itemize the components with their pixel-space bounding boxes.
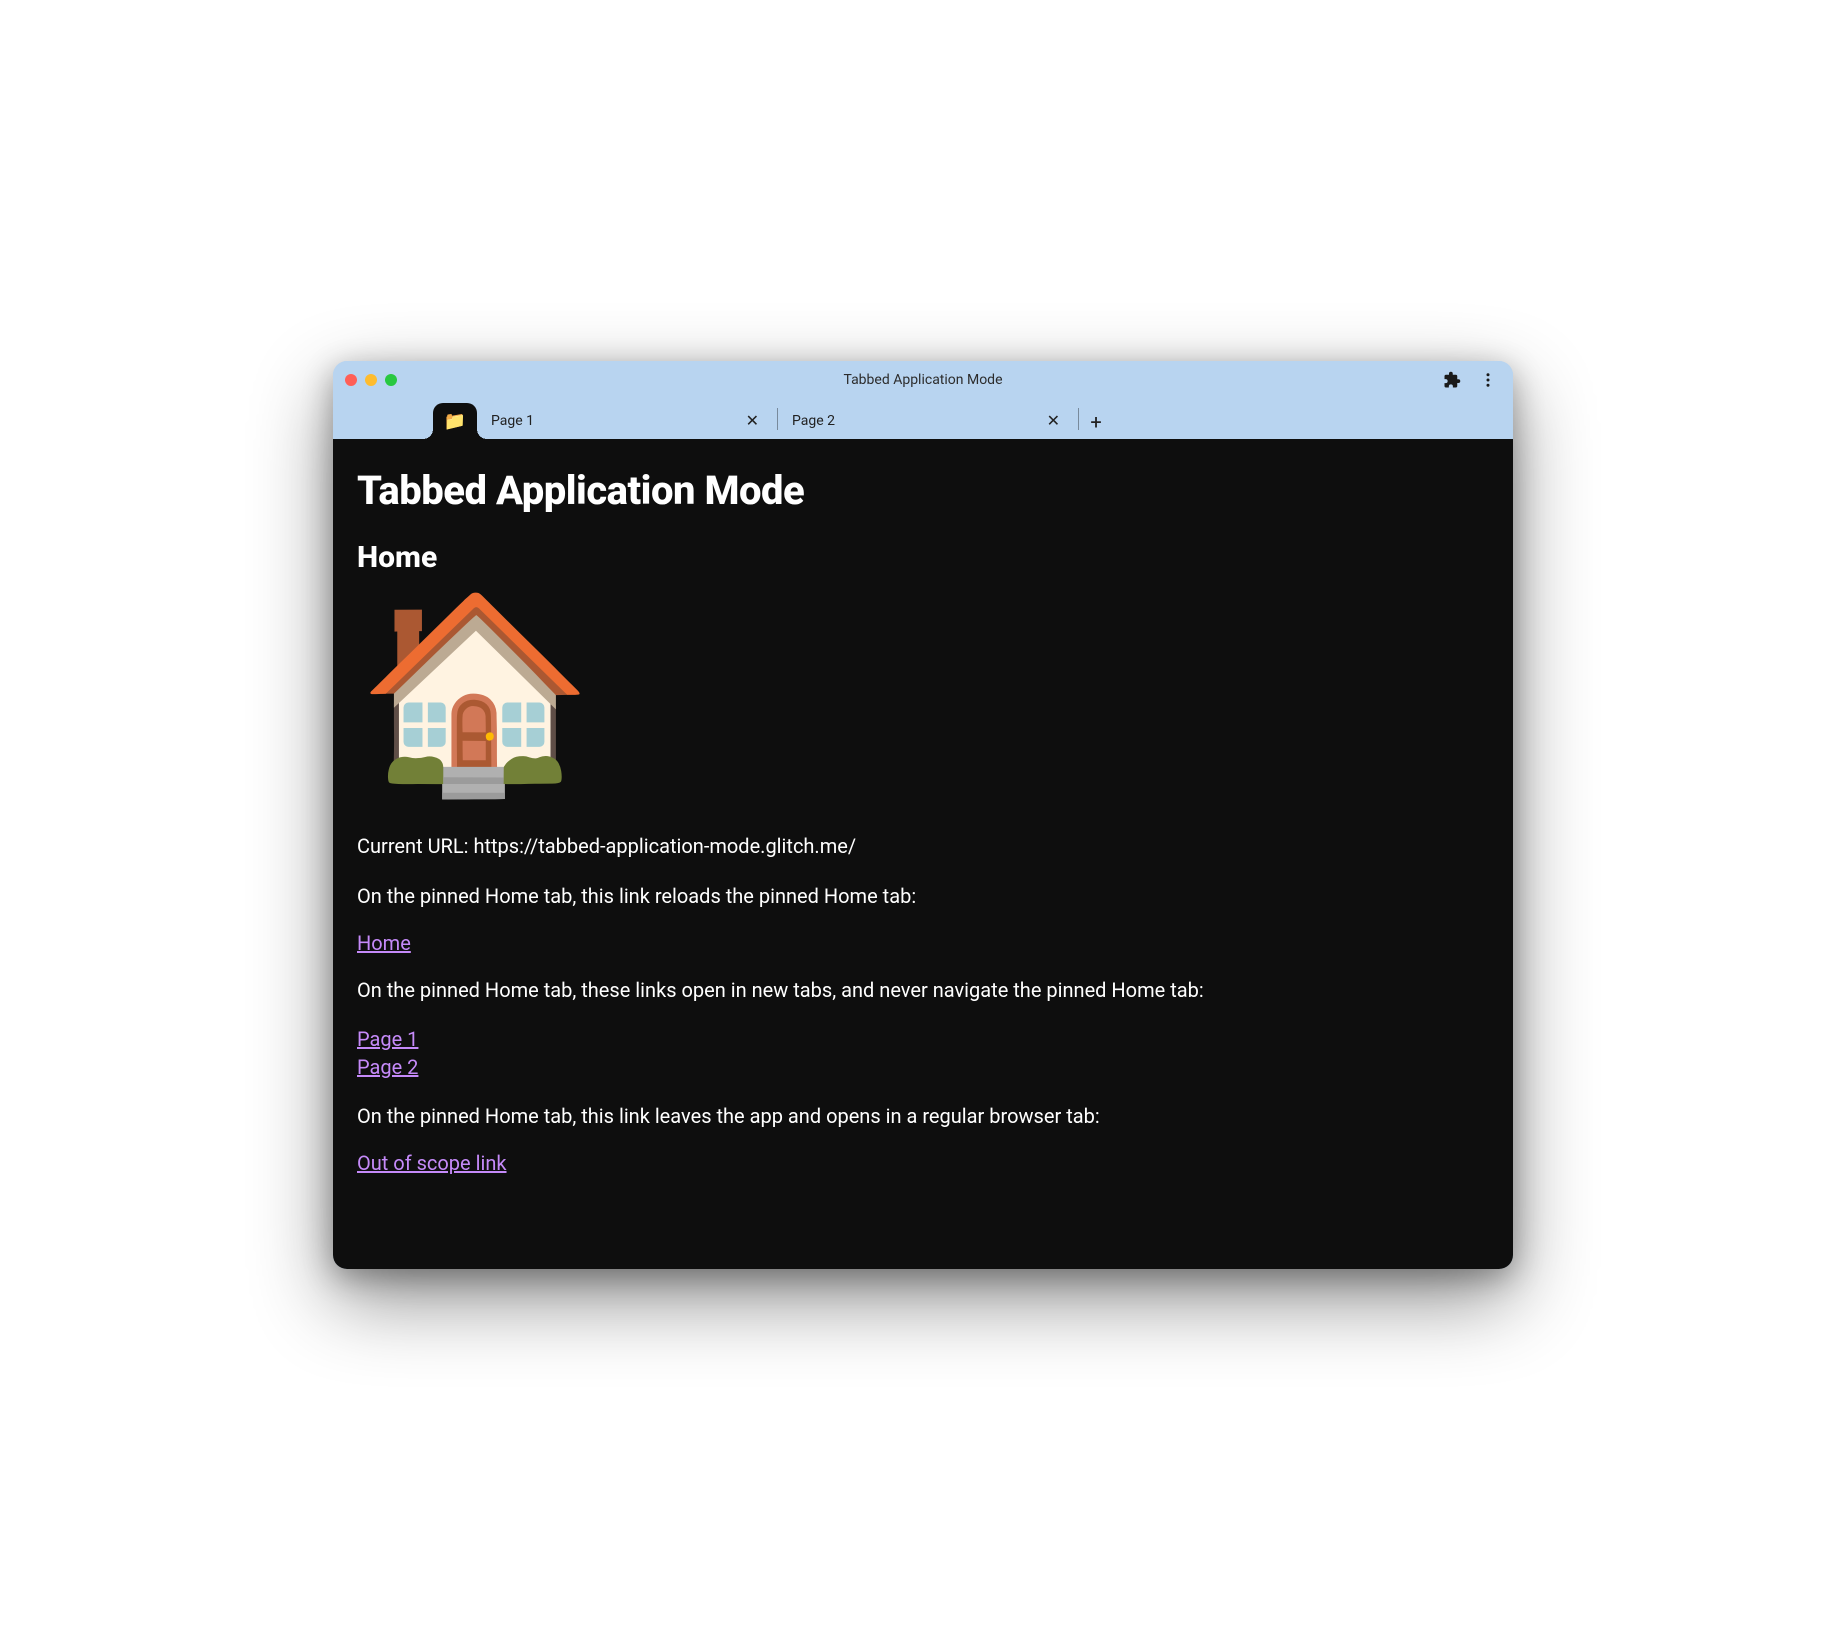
tab-label: Page 1: [491, 413, 742, 429]
page-title: Tabbed Application Mode: [357, 467, 1489, 514]
paragraph-out-of-scope: On the pinned Home tab, this link leaves…: [357, 1101, 1489, 1131]
paragraph-home-tab-reload: On the pinned Home tab, this link reload…: [357, 881, 1489, 911]
close-icon[interactable]: ✕: [742, 411, 763, 431]
new-tab-button[interactable]: +: [1079, 405, 1113, 439]
current-url-text: Current URL: https://tabbed-application-…: [357, 831, 1489, 861]
paragraph-new-tabs: On the pinned Home tab, these links open…: [357, 975, 1489, 1005]
link-home[interactable]: Home: [357, 931, 411, 955]
app-window: Tabbed Application Mode 📁 Page 1 ✕ Page …: [333, 361, 1513, 1269]
close-icon[interactable]: ✕: [1043, 411, 1064, 431]
current-url-value: https://tabbed-application-mode.glitch.m…: [473, 834, 856, 858]
pinned-home-tab[interactable]: 📁: [433, 403, 477, 439]
tab-label: Page 2: [792, 413, 1043, 429]
page-subtitle: Home: [357, 540, 1489, 575]
window-title: Tabbed Application Mode: [843, 372, 1002, 388]
titlebar-actions: [1443, 371, 1501, 389]
plus-icon: +: [1090, 410, 1101, 434]
link-page-1[interactable]: Page 1: [357, 1025, 1489, 1053]
folder-icon: 📁: [444, 411, 466, 432]
maximize-window-button[interactable]: [385, 374, 397, 386]
close-window-button[interactable]: [345, 374, 357, 386]
link-out-of-scope[interactable]: Out of scope link: [357, 1151, 507, 1175]
kebab-menu-icon[interactable]: [1479, 371, 1497, 389]
link-page-2[interactable]: Page 2: [357, 1053, 1489, 1081]
titlebar: Tabbed Application Mode: [333, 361, 1513, 399]
tab-page-1[interactable]: Page 1 ✕: [477, 403, 777, 439]
window-controls: [345, 374, 397, 386]
page-content: Tabbed Application Mode Home 🏠 Current U…: [333, 439, 1513, 1269]
minimize-window-button[interactable]: [365, 374, 377, 386]
extensions-icon[interactable]: [1443, 371, 1461, 389]
current-url-label: Current URL:: [357, 834, 473, 858]
tab-page-2[interactable]: Page 2 ✕: [778, 403, 1078, 439]
house-icon: 🏠: [357, 599, 1489, 789]
tab-strip: 📁 Page 1 ✕ Page 2 ✕ +: [333, 399, 1513, 439]
